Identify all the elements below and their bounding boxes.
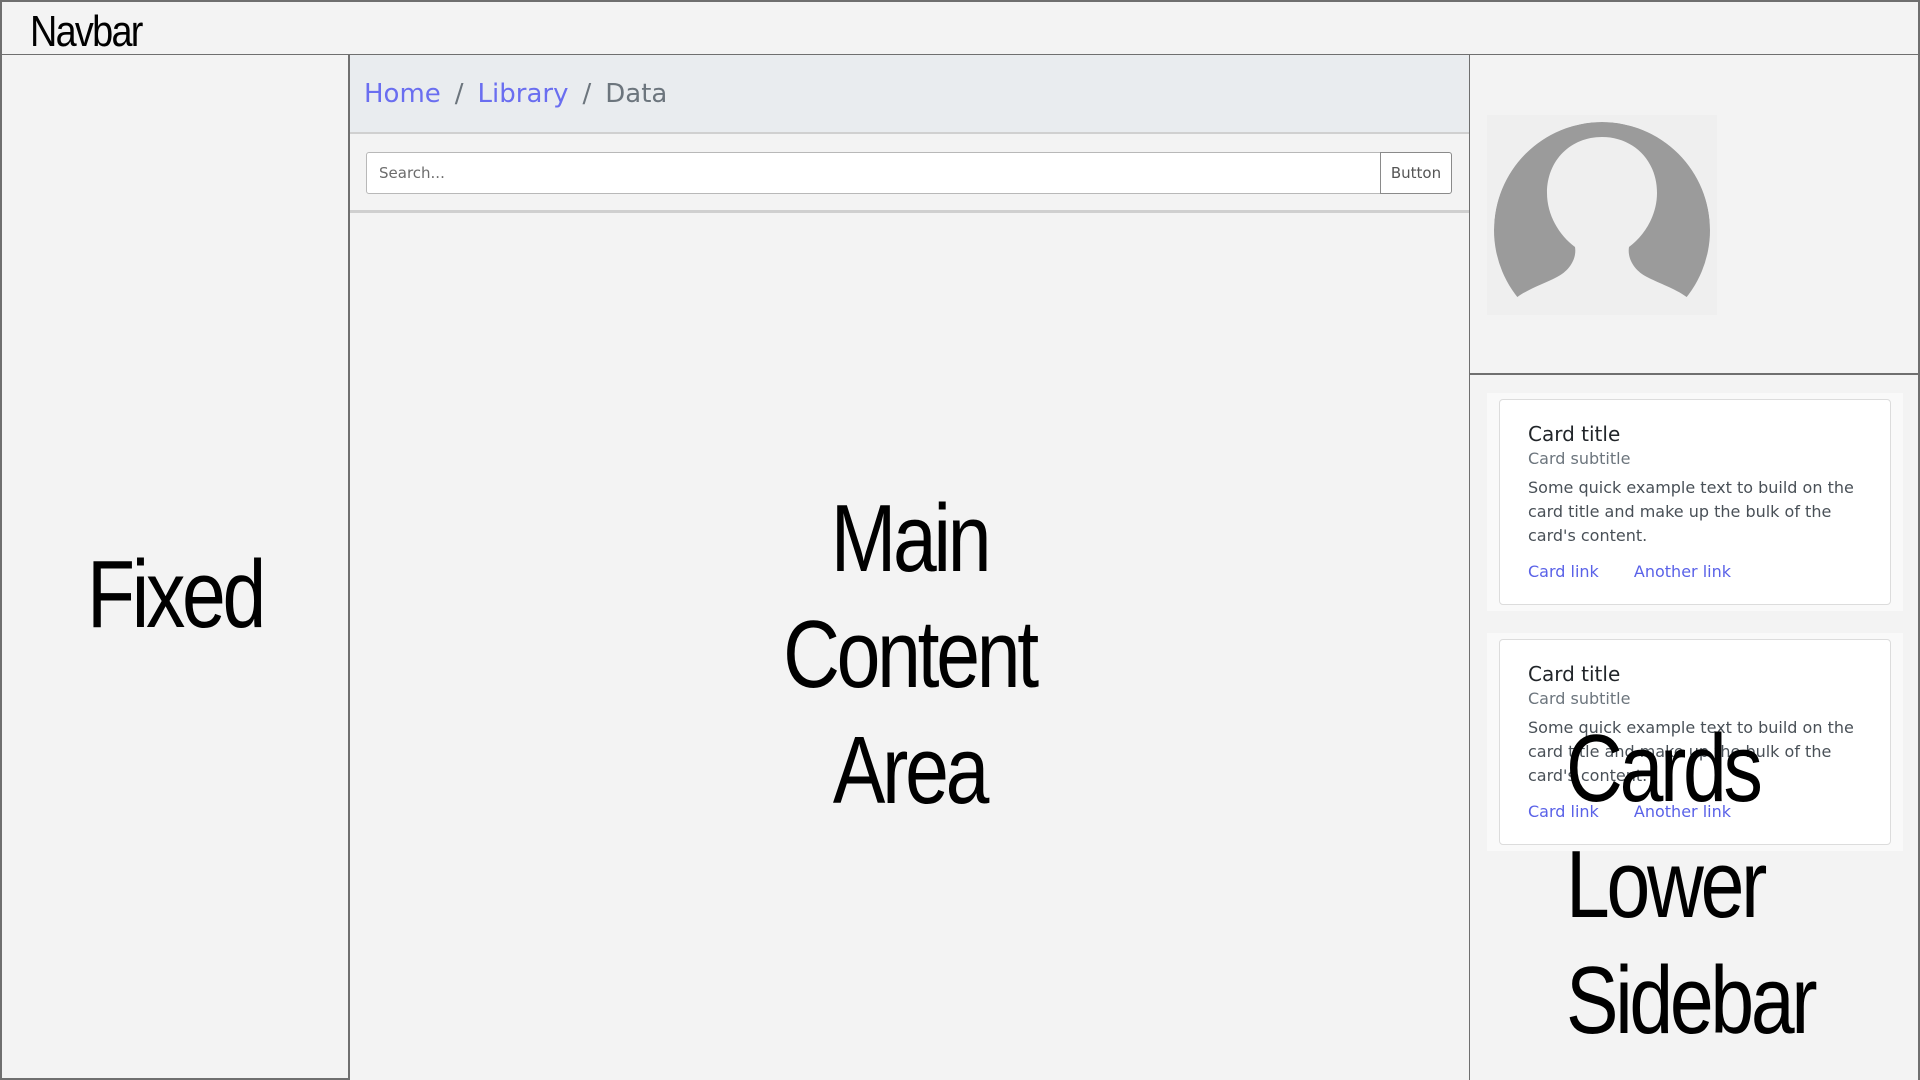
cards-label-line: Cards xyxy=(1566,715,1763,822)
main-content-label: Main Content Area xyxy=(350,481,1469,829)
breadcrumb-separator: / xyxy=(454,78,464,109)
card-container: Card title Card subtitle Some quick exam… xyxy=(1487,393,1903,611)
main-content-label-line: Content xyxy=(783,601,1039,708)
breadcrumb-current: Data xyxy=(605,78,668,109)
card-title: Card title xyxy=(1528,422,1621,446)
avatar-panel xyxy=(1470,55,1918,375)
card: Card title Card subtitle Some quick exam… xyxy=(1499,399,1891,605)
card-links: Card link Another link xyxy=(1528,562,1862,581)
search-input[interactable] xyxy=(366,152,1381,194)
fixed-sidebar-label: Fixed xyxy=(86,541,266,648)
another-card-link[interactable]: Another link xyxy=(1634,562,1731,581)
cards-panel: Card title Card subtitle Some quick exam… xyxy=(1470,375,1918,1080)
cards-label-line: Sidebar xyxy=(1566,947,1818,1054)
card-link[interactable]: Card link xyxy=(1528,562,1599,581)
breadcrumb-library-link[interactable]: Library xyxy=(478,79,569,109)
breadcrumb-home-link[interactable]: Home xyxy=(364,79,441,109)
navbar-title: Navbar xyxy=(30,7,143,56)
user-avatar-icon xyxy=(1487,115,1717,315)
card-text: Some quick example text to build on the … xyxy=(1528,478,1854,545)
main-content-label-line: Main xyxy=(830,485,992,592)
card-subtitle: Card subtitle xyxy=(1528,449,1631,468)
cards-label-line: Lower xyxy=(1566,831,1767,938)
card-subtitle: Card subtitle xyxy=(1528,689,1631,708)
navbar: Navbar xyxy=(0,0,1920,56)
main-content-label-line: Area xyxy=(832,717,989,824)
right-sidebar: Card title Card subtitle Some quick exam… xyxy=(1470,55,1920,1080)
search-bar: Button xyxy=(350,134,1469,213)
search-button[interactable]: Button xyxy=(1380,152,1452,194)
breadcrumb: Home / Library / Data xyxy=(350,55,1469,134)
cards-lower-sidebar-label: Cards Lower Sidebar xyxy=(1566,711,1869,1059)
main-content: Home / Library / Data Button Main Conten… xyxy=(348,55,1471,1080)
card-title: Card title xyxy=(1528,662,1621,686)
breadcrumb-separator: / xyxy=(582,78,592,109)
fixed-sidebar: Fixed xyxy=(0,55,350,1080)
